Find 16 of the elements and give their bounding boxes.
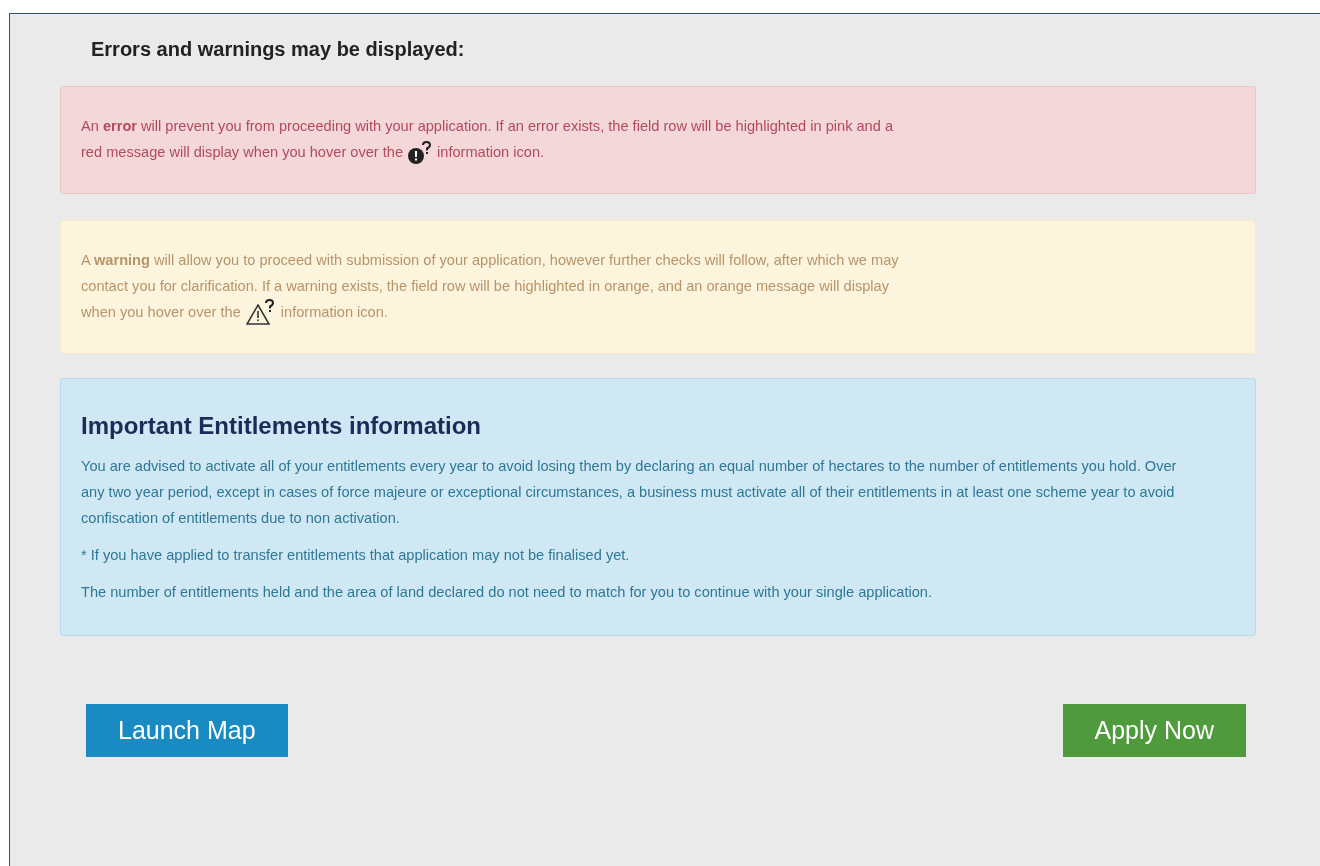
alert-text: contact you for clarification. If a warning exists, the field row will be highlighted in orange, and an orange message will display <box>81 277 889 296</box>
info-paragraph: * If you have applied to transfer entitlements that application may not be finalised yet. <box>81 546 631 565</box>
launch-map-button[interactable]: Launch Map <box>86 704 288 757</box>
info-title: Important Entitlements information <box>81 411 482 441</box>
alert-text: red message will display when you hover over the <box>81 143 404 162</box>
apply-now-button[interactable]: Apply Now <box>1062 704 1246 757</box>
error-info-icon <box>408 141 433 165</box>
alert-text: An error will prevent you from proceeding with your application. If an error exists, the field row will be highlighted in pink and a <box>81 117 893 136</box>
info-paragraph: You are advised to activate all of your entitlements every year to avoid losing them by declaring an equal number of hectares to the number of entitlements you hold. Over any two year period, except in cases of force majeure or exceptional circumstances, a business must activate all of their entitlements in at least one scheme year to avoid confiscation of entitlements due to non activation. <box>81 457 1178 528</box>
info-paragraph: The number of entitlements held and the area of land declared do not need to match for you to continue with your single application. <box>81 583 934 602</box>
section-heading: Errors and warnings may be displayed: <box>91 37 466 62</box>
alert-text: information icon. <box>437 143 545 162</box>
alert-text: when you hover over the <box>81 303 241 322</box>
warning-info-icon <box>245 299 276 325</box>
alert-text: A warning will allow you to proceed with submission of your application, however further checks will follow, after which we may <box>81 251 899 270</box>
alert-text: information icon. <box>280 303 388 322</box>
